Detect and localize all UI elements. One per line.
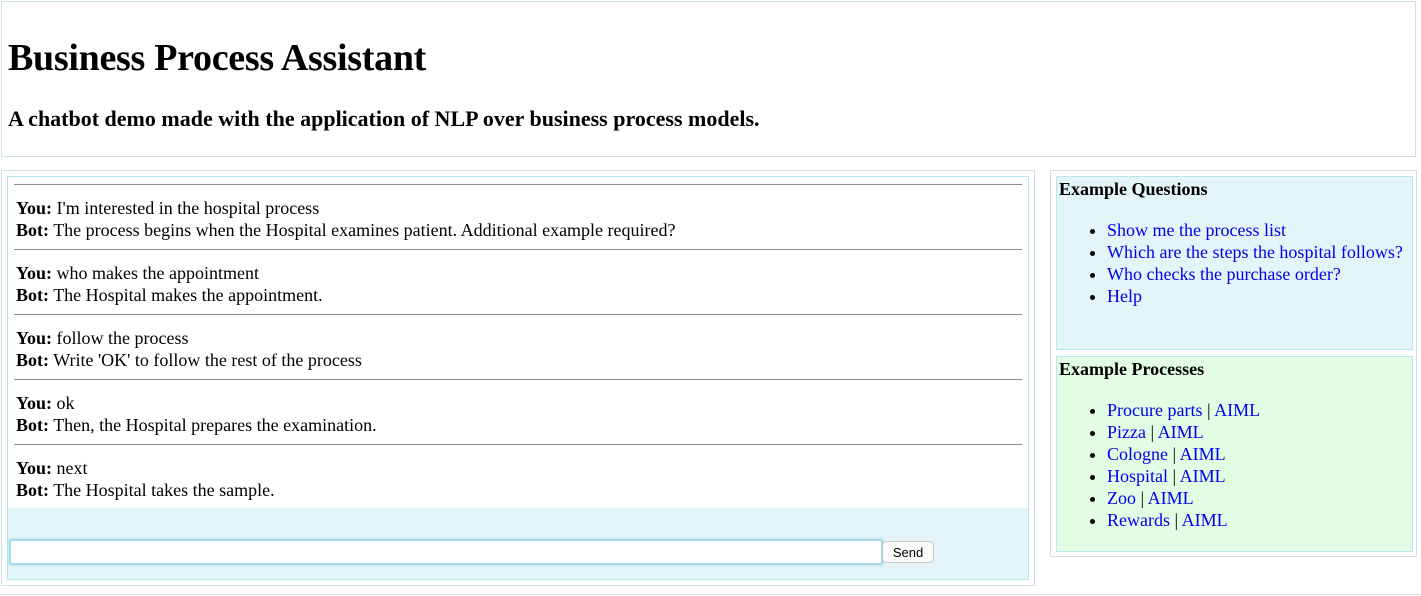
user-message: You: I'm interested in the hospital proc… (16, 197, 1022, 219)
list-item: Cologne | AIML (1107, 443, 1407, 465)
bot-message: Bot: Write 'OK' to follow the rest of th… (16, 349, 1022, 371)
list-item: Help (1107, 285, 1407, 307)
list-item: Which are the steps the hospital follows… (1107, 241, 1407, 263)
bot-label: Bot: (16, 480, 49, 500)
chat-exchange: You: who makes the appointment Bot: The … (14, 249, 1022, 314)
bottom-divider (0, 594, 1421, 595)
example-processes-box: Example Processes Procure parts | AIML P… (1056, 356, 1413, 552)
separator: | (1140, 488, 1145, 508)
chat-exchange: You: I'm interested in the hospital proc… (14, 184, 1022, 249)
page-title: Business Process Assistant (8, 37, 427, 79)
bot-message-text: The Hospital takes the sample. (53, 480, 275, 500)
sidebar: Example Questions Show me the process li… (1050, 170, 1417, 557)
user-label: You: (16, 263, 53, 283)
separator: | (1174, 510, 1179, 530)
bot-label: Bot: (16, 220, 49, 240)
bot-message: Bot: The process begins when the Hospita… (16, 219, 1022, 241)
separator: | (1172, 466, 1177, 486)
list-item: Rewards | AIML (1107, 509, 1407, 531)
bot-message: Bot: Then, the Hospital prepares the exa… (16, 414, 1022, 436)
chat-input-area: Send (8, 508, 1028, 579)
chat-exchange: You: follow the process Bot: Write 'OK' … (14, 314, 1022, 379)
example-processes-title: Example Processes (1059, 359, 1205, 379)
bot-label: Bot: (16, 285, 49, 305)
chat-exchange: You: ok Bot: Then, the Hospital prepares… (14, 379, 1022, 444)
user-message-text: who makes the appointment (56, 263, 259, 283)
send-button[interactable]: Send (882, 541, 934, 563)
bot-message-text: The Hospital makes the appointment. (53, 285, 323, 305)
example-questions-box: Example Questions Show me the process li… (1056, 176, 1413, 350)
aiml-link[interactable]: AIML (1158, 422, 1204, 442)
user-message-text: ok (56, 393, 75, 413)
aiml-link[interactable]: AIML (1180, 444, 1226, 464)
chat-input[interactable] (9, 539, 883, 565)
bot-message: Bot: The Hospital makes the appointment. (16, 284, 1022, 306)
process-link[interactable]: Hospital (1107, 466, 1168, 486)
example-question-link[interactable]: Who checks the purchase order? (1107, 264, 1341, 284)
list-item: Show me the process list (1107, 219, 1407, 241)
user-message-text: I'm interested in the hospital process (56, 198, 320, 218)
separator: | (1172, 444, 1177, 464)
chat-exchange: You: next Bot: The Hospital takes the sa… (14, 444, 1022, 509)
separator: | (1206, 400, 1211, 420)
process-link[interactable]: Cologne (1107, 444, 1168, 464)
user-message: You: next (16, 457, 1022, 479)
page-subtitle: A chatbot demo made with the application… (8, 106, 760, 131)
aiml-link[interactable]: AIML (1214, 400, 1260, 420)
chat-container: You: I'm interested in the hospital proc… (7, 176, 1029, 580)
example-processes-list: Procure parts | AIML Pizza | AIML Cologn… (1057, 399, 1407, 531)
user-label: You: (16, 198, 53, 218)
bot-label: Bot: (16, 350, 49, 370)
user-message: You: follow the process (16, 327, 1022, 349)
example-questions-list: Show me the process list Which are the s… (1057, 219, 1407, 307)
user-message: You: ok (16, 392, 1022, 414)
process-link[interactable]: Rewards (1107, 510, 1170, 530)
separator: | (1150, 422, 1155, 442)
user-label: You: (16, 393, 53, 413)
example-question-link[interactable]: Show me the process list (1107, 220, 1286, 240)
example-questions-title: Example Questions (1059, 179, 1208, 199)
user-message: You: who makes the appointment (16, 262, 1022, 284)
aiml-link[interactable]: AIML (1148, 488, 1194, 508)
aiml-link[interactable]: AIML (1180, 466, 1226, 486)
list-item: Zoo | AIML (1107, 487, 1407, 509)
list-item: Pizza | AIML (1107, 421, 1407, 443)
user-message-text: next (56, 458, 88, 478)
example-question-link[interactable]: Which are the steps the hospital follows… (1107, 242, 1403, 262)
example-question-link[interactable]: Help (1107, 286, 1142, 306)
process-link[interactable]: Zoo (1107, 488, 1136, 508)
user-label: You: (16, 458, 53, 478)
list-item: Who checks the purchase order? (1107, 263, 1407, 285)
bot-label: Bot: (16, 415, 49, 435)
process-link[interactable]: Pizza (1107, 422, 1146, 442)
process-link[interactable]: Procure parts (1107, 400, 1202, 420)
chat-panel: You: I'm interested in the hospital proc… (1, 170, 1035, 586)
chat-log: You: I'm interested in the hospital proc… (8, 184, 1028, 509)
page-header: Business Process Assistant A chatbot dem… (1, 1, 1416, 157)
bot-message: Bot: The Hospital takes the sample. (16, 479, 1022, 501)
aiml-link[interactable]: AIML (1182, 510, 1228, 530)
list-item: Hospital | AIML (1107, 465, 1407, 487)
user-label: You: (16, 328, 53, 348)
bot-message-text: Then, the Hospital prepares the examinat… (53, 415, 377, 435)
list-item: Procure parts | AIML (1107, 399, 1407, 421)
bot-message-text: The process begins when the Hospital exa… (53, 220, 676, 240)
bot-message-text: Write 'OK' to follow the rest of the pro… (53, 350, 362, 370)
user-message-text: follow the process (56, 328, 189, 348)
